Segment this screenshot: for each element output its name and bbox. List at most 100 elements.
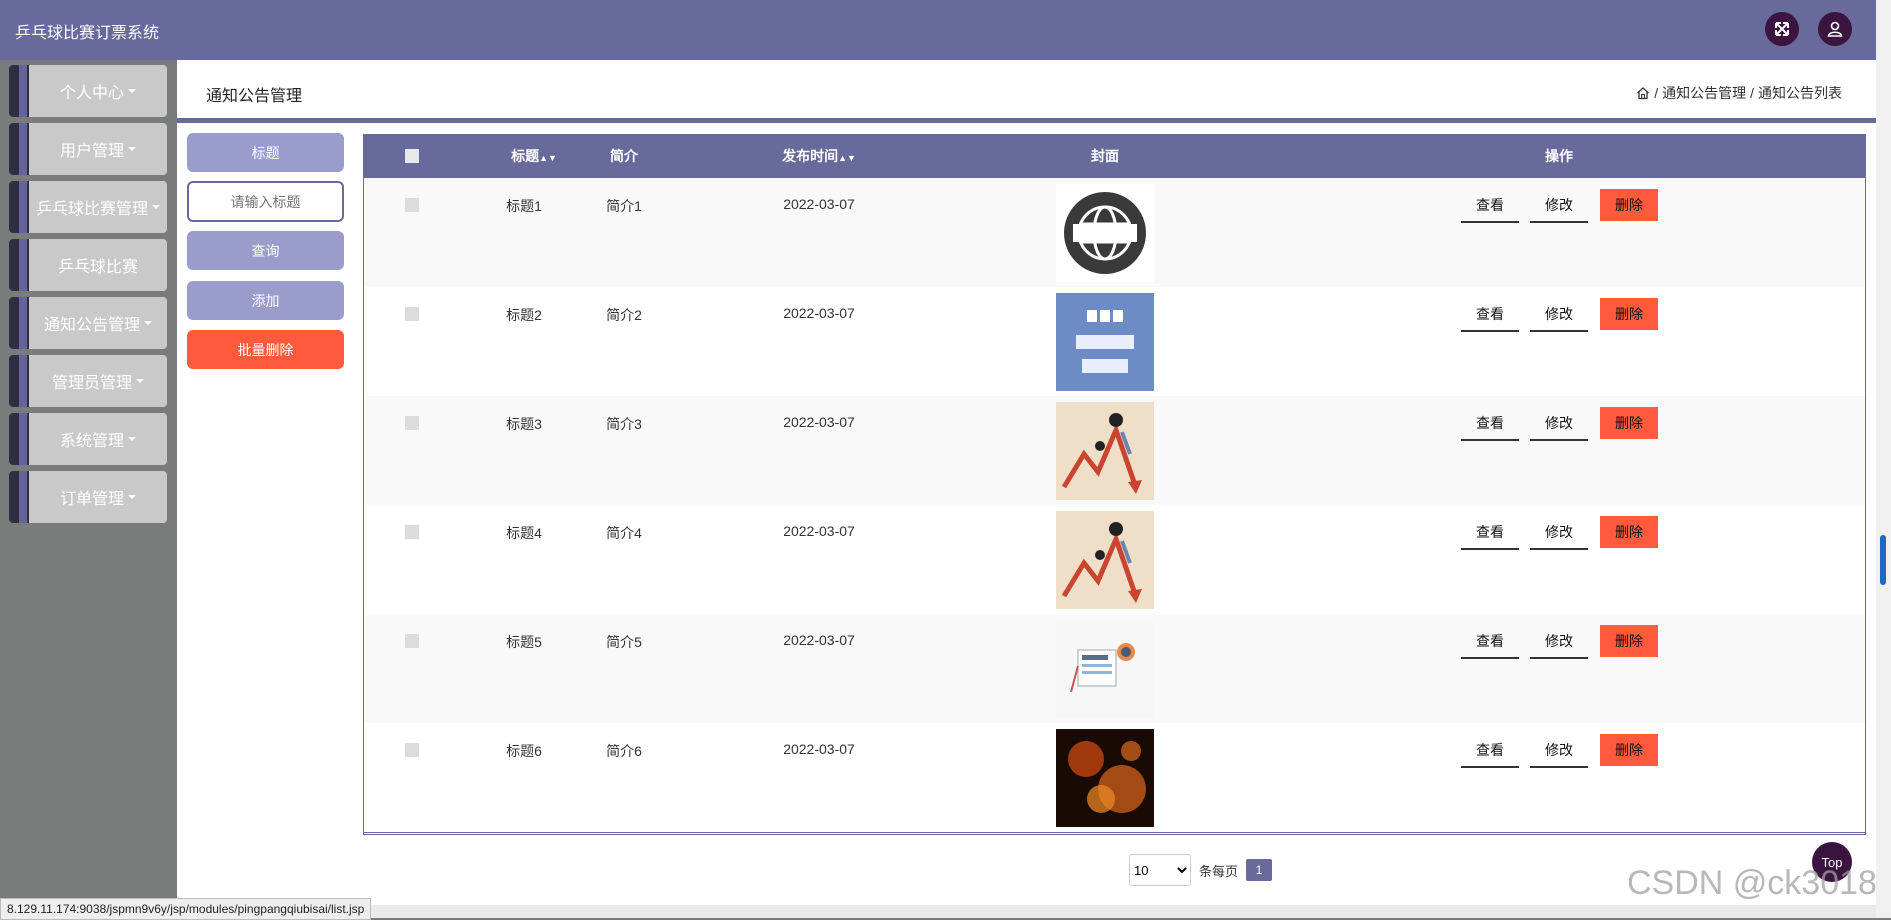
row-date: 2022-03-07 [783, 414, 855, 430]
sort-icon: ▲▼ [838, 153, 856, 163]
sidebar-item-label: 用户管理 [59, 143, 124, 160]
table-row: 标题3 简介3 2022-03-07 查看 修改 删除 [364, 396, 1865, 506]
scroll-thumb[interactable] [1880, 535, 1886, 585]
row-checkbox[interactable] [405, 525, 419, 539]
row-checkbox[interactable] [405, 416, 419, 430]
cover-image-bbc-world-news [1056, 293, 1154, 391]
sidebar-item-notice-management[interactable]: 通知公告管理 [9, 297, 167, 349]
page-size-select[interactable]: 10 [1129, 854, 1191, 886]
sidebar-item-profile[interactable]: 个人中心 [9, 65, 167, 117]
table-row: 标题5 简介5 2022-03-07 查看 修改 删除 [364, 614, 1865, 724]
notice-table: 标题▲▼ 简介 发布时间▲▼ 封面 操作 标题1 简介1 2022-03-07 … [363, 134, 1866, 835]
edit-button[interactable]: 修改 [1530, 189, 1588, 223]
delete-button[interactable]: 删除 [1600, 625, 1658, 657]
view-button[interactable]: 查看 [1461, 625, 1519, 659]
batch-delete-button[interactable]: 批量删除 [187, 330, 344, 369]
cover-image-news-globe [1056, 184, 1154, 282]
content-header: 通知公告管理 / 通知公告管理 / 通知公告列表 [177, 60, 1876, 123]
page-number-current[interactable]: 1 [1246, 859, 1273, 881]
table-row: 标题1 简介1 2022-03-07 查看 修改 删除 [364, 178, 1865, 288]
chevron-down-icon [128, 437, 136, 441]
row-date: 2022-03-07 [783, 741, 855, 757]
page-title: 通知公告管理 [206, 88, 303, 105]
edit-button[interactable]: 修改 [1530, 298, 1588, 332]
select-all-checkbox[interactable] [402, 134, 422, 178]
row-checkbox[interactable] [405, 307, 419, 321]
view-button[interactable]: 查看 [1461, 298, 1519, 332]
top-bar: 乒乓球比赛订票系统 [0, 0, 1876, 60]
fullscreen-button[interactable] [1765, 12, 1799, 46]
row-intro: 简介4 [606, 525, 642, 541]
view-button[interactable]: 查看 [1461, 516, 1519, 550]
row-title: 标题5 [506, 634, 542, 650]
sidebar-item-match[interactable]: 乒乓球比赛 [9, 239, 167, 291]
sidebar-item-system-management[interactable]: 系统管理 [9, 413, 167, 465]
breadcrumb-item-notice-list: 通知公告列表 [1758, 85, 1842, 101]
column-cover: 封面 [1091, 148, 1119, 164]
table-row: 标题2 简介2 2022-03-07 查看 修改 删除 [364, 287, 1865, 397]
search-input[interactable] [187, 181, 344, 222]
user-button[interactable] [1818, 12, 1852, 46]
chevron-down-icon [128, 89, 136, 93]
delete-button[interactable]: 删除 [1600, 516, 1658, 548]
app-title: 乒乓球比赛订票系统 [15, 25, 160, 42]
row-title: 标题6 [506, 743, 542, 759]
expand-icon [1775, 22, 1789, 36]
edit-button[interactable]: 修改 [1530, 625, 1588, 659]
status-url: 8.129.11.174:9038/jspmn9v6y/jsp/modules/… [0, 898, 372, 920]
sidebar: 个人中心 用户管理 乒乓球比赛管理 乒乓球比赛 通知公告管理 管理员管理 系统管… [0, 60, 177, 918]
breadcrumb-separator: / [1750, 85, 1754, 101]
table-row: 标题4 简介4 2022-03-07 查看 修改 删除 [364, 505, 1865, 615]
row-date: 2022-03-07 [783, 305, 855, 321]
chevron-down-icon [128, 495, 136, 499]
search-button[interactable]: 查询 [187, 231, 344, 270]
pagination: 10 条每页 1 [1129, 854, 1273, 886]
sidebar-item-match-management[interactable]: 乒乓球比赛管理 [9, 181, 167, 233]
edit-button[interactable]: 修改 [1530, 516, 1588, 550]
chevron-down-icon [128, 147, 136, 151]
breadcrumb-item-notice-management[interactable]: 通知公告管理 [1662, 83, 1746, 103]
sidebar-item-users[interactable]: 用户管理 [9, 123, 167, 175]
view-button[interactable]: 查看 [1461, 734, 1519, 768]
edit-button[interactable]: 修改 [1530, 734, 1588, 768]
row-checkbox[interactable] [405, 743, 419, 757]
row-intro: 简介6 [606, 743, 642, 759]
sidebar-item-order-management[interactable]: 订单管理 [9, 471, 167, 523]
row-checkbox[interactable] [405, 634, 419, 648]
chevron-down-icon [136, 379, 144, 383]
row-intro: 简介2 [606, 307, 642, 323]
row-title: 标题1 [506, 198, 542, 214]
delete-button[interactable]: 删除 [1600, 734, 1658, 766]
cover-image-news-paper [1056, 620, 1154, 718]
horizontal-scrollbar[interactable] [330, 905, 1876, 918]
vertical-scrollbar[interactable] [1876, 0, 1891, 918]
add-button[interactable]: 添加 [187, 281, 344, 320]
sidebar-item-label: 管理员管理 [51, 375, 132, 392]
user-icon [1827, 21, 1843, 37]
row-date: 2022-03-07 [783, 523, 855, 539]
chevron-down-icon [152, 205, 160, 209]
delete-button[interactable]: 删除 [1600, 189, 1658, 221]
delete-button[interactable]: 删除 [1600, 407, 1658, 439]
row-intro: 简介3 [606, 416, 642, 432]
row-date: 2022-03-07 [783, 632, 855, 648]
view-button[interactable]: 查看 [1461, 189, 1519, 223]
column-date[interactable]: 发布时间▲▼ [759, 134, 879, 178]
delete-button[interactable]: 删除 [1600, 298, 1658, 330]
cover-image-currency-fire [1056, 729, 1154, 827]
home-icon[interactable] [1636, 86, 1650, 100]
edit-button[interactable]: 修改 [1530, 407, 1588, 441]
sidebar-item-admin-management[interactable]: 管理员管理 [9, 355, 167, 407]
row-title: 标题3 [506, 416, 542, 432]
column-title[interactable]: 标题▲▼ [484, 134, 584, 178]
row-checkbox[interactable] [405, 198, 419, 212]
view-button[interactable]: 查看 [1461, 407, 1519, 441]
row-title: 标题2 [506, 307, 542, 323]
cover-image-falling-arrow [1056, 402, 1154, 500]
watermark: CSDN @ck3018 [1627, 864, 1877, 902]
row-intro: 简介5 [606, 634, 642, 650]
row-title: 标题4 [506, 525, 542, 541]
title-label-button[interactable]: 标题 [187, 133, 344, 172]
sort-icon: ▲▼ [539, 153, 557, 163]
column-intro: 简介 [610, 148, 638, 164]
